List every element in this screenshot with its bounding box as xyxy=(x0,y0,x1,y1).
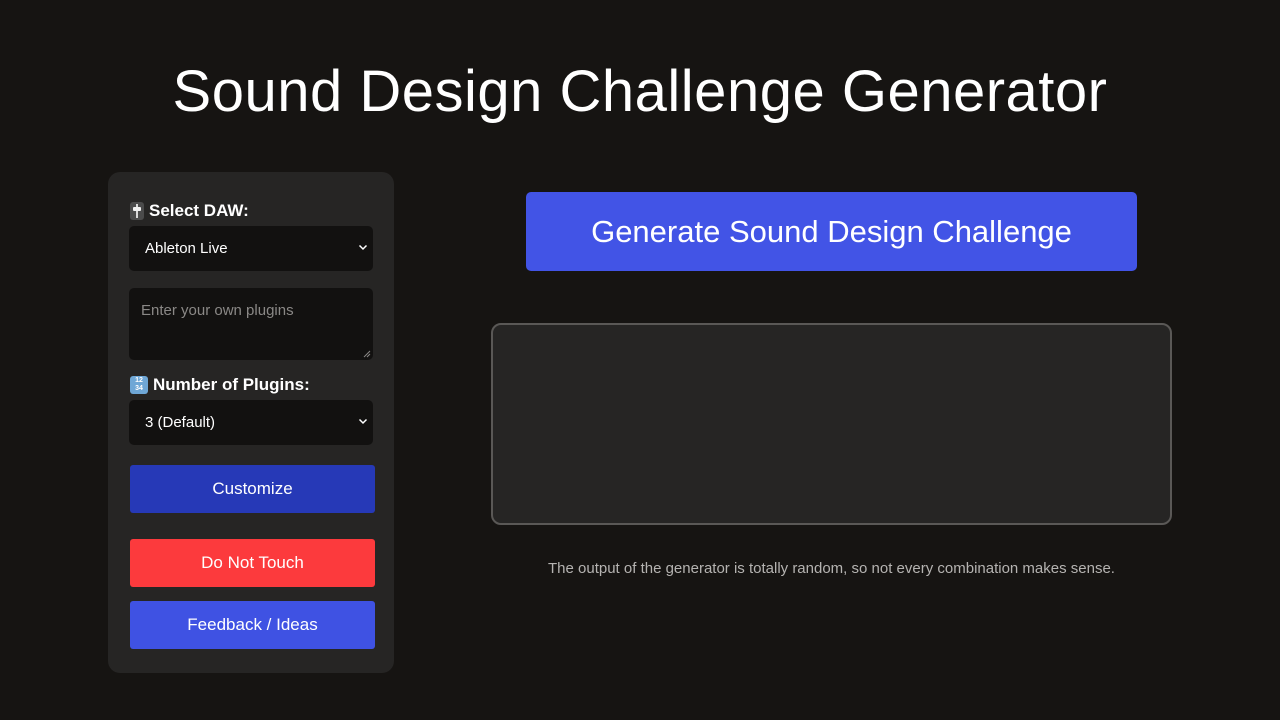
daw-label-row: Select DAW: xyxy=(130,201,249,221)
daw-select-value: Ableton Live xyxy=(145,240,228,257)
custom-plugins-placeholder: Enter your own plugins xyxy=(141,302,294,319)
settings-panel: Select DAW: Ableton Live Enter your own … xyxy=(108,172,394,673)
feedback-button[interactable]: Feedback / Ideas xyxy=(130,601,375,649)
customize-button[interactable]: Customize xyxy=(130,465,375,513)
challenge-output-box xyxy=(491,323,1172,525)
plugin-count-select[interactable]: 3 (Default) xyxy=(129,400,373,445)
daw-label: Select DAW: xyxy=(149,201,249,220)
generate-challenge-button[interactable]: Generate Sound Design Challenge xyxy=(526,192,1137,271)
plugin-count-value: 3 (Default) xyxy=(145,414,216,431)
chevron-down-icon xyxy=(358,418,368,425)
fader-icon xyxy=(130,202,144,220)
chevron-down-icon xyxy=(358,244,368,251)
daw-select[interactable]: Ableton Live xyxy=(129,226,373,271)
page: Sound Design Challenge Generator Select … xyxy=(0,0,1280,720)
plugin-count-label-row: 12 34 Number of Plugins: xyxy=(130,375,310,395)
resize-grip-icon[interactable] xyxy=(363,350,371,358)
page-title: Sound Design Challenge Generator xyxy=(172,59,1108,124)
disclaimer-text: The output of the generator is totally r… xyxy=(548,560,1115,577)
do-not-touch-button[interactable]: Do Not Touch xyxy=(130,539,375,587)
plugin-count-label: Number of Plugins: xyxy=(153,375,310,394)
numbers-1234-icon: 12 34 xyxy=(130,376,148,394)
custom-plugins-textarea[interactable]: Enter your own plugins xyxy=(129,288,373,360)
